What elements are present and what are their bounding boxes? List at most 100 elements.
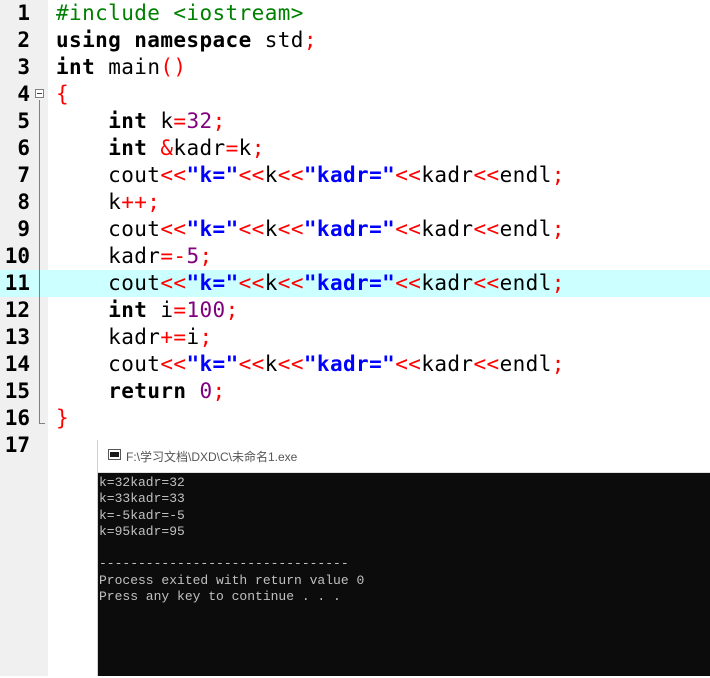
code-token: << — [395, 271, 422, 295]
code-token: kadr — [421, 271, 474, 295]
code-token: << — [160, 352, 187, 376]
code-line[interactable]: 2 using namespace std; — [0, 27, 710, 54]
code-token: "k=" — [186, 217, 239, 241]
code-token: int — [108, 109, 161, 133]
code-line[interactable]: 9 cout<<"k="<<k<<"kadr="<<kadr<<endl; — [0, 216, 710, 243]
console-title: F:\学习文档\DXD\C\未命名1.exe — [126, 450, 298, 464]
line-number: 14 — [4, 352, 30, 376]
code-token: ; — [551, 271, 565, 295]
code-token: = — [173, 109, 187, 133]
line-code: { — [56, 81, 69, 108]
code-token: << — [473, 163, 500, 187]
code-token: () — [160, 55, 187, 79]
code-token: << — [238, 163, 265, 187]
code-token: << — [277, 352, 304, 376]
code-token: ; — [551, 352, 565, 376]
line-number: 4 — [17, 82, 30, 106]
line-code: kadr+=i; — [56, 324, 213, 351]
code-token: += — [160, 325, 187, 349]
code-token: 100 — [186, 298, 226, 322]
code-token: using namespace — [56, 28, 265, 52]
line-code: int k=32; — [56, 108, 226, 135]
code-token: kadr — [56, 244, 161, 268]
code-token: kadr — [173, 136, 226, 160]
code-token: ; — [212, 109, 226, 133]
line-number: 1 — [17, 1, 30, 25]
code-token: "k=" — [186, 271, 239, 295]
line-number: 10 — [4, 244, 30, 268]
code-token: kadr — [421, 217, 474, 241]
code-token: k — [264, 163, 278, 187]
code-token: ; — [199, 244, 213, 268]
line-number: 9 — [17, 217, 30, 241]
code-line[interactable]: 5 int k=32; — [0, 108, 710, 135]
line-number: 5 — [17, 109, 30, 133]
fold-toggle-icon[interactable] — [35, 89, 44, 98]
code-token: endl — [499, 271, 552, 295]
console-window[interactable]: F:\学习文档\DXD\C\未命名1.exe k=32kadr=32 k=33k… — [97, 440, 710, 676]
code-token: k — [264, 352, 278, 376]
code-token: << — [238, 271, 265, 295]
code-token: std — [264, 28, 304, 52]
code-token: << — [160, 217, 187, 241]
line-number: 3 — [17, 55, 30, 79]
line-number: 6 — [17, 136, 30, 160]
code-token: { — [56, 82, 70, 106]
code-line[interactable]: 10 kadr=-5; — [0, 243, 710, 270]
line-code: cout<<"k="<<k<<"kadr="<<kadr<<endl; — [56, 162, 565, 189]
line-number: 8 — [17, 190, 30, 214]
code-line[interactable]: 12 int i=100; — [0, 297, 710, 324]
code-token: << — [160, 163, 187, 187]
line-number: 16 — [4, 406, 30, 430]
code-token: ; — [212, 379, 226, 403]
code-token: cout — [56, 217, 161, 241]
code-line[interactable]: 7 cout<<"k="<<k<<"kadr="<<kadr<<endl; — [0, 162, 710, 189]
line-code: int i=100; — [56, 297, 239, 324]
code-token: #include <iostream> — [56, 1, 304, 25]
code-line[interactable]: 6 int &kadr=k; — [0, 135, 710, 162]
code-token: << — [277, 163, 304, 187]
code-line[interactable]: 1 #include <iostream> — [0, 0, 710, 27]
code-token: ++; — [121, 190, 161, 214]
code-line[interactable]: 16} — [0, 405, 710, 432]
code-token: ; — [551, 217, 565, 241]
code-token: 32 — [186, 109, 213, 133]
console-titlebar[interactable]: F:\学习文档\DXD\C\未命名1.exe — [98, 440, 710, 473]
code-token: endl — [499, 217, 552, 241]
code-line[interactable]: 15 return 0; — [0, 378, 710, 405]
code-line[interactable]: 11 cout<<"k="<<k<<"kadr="<<kadr<<endl; — [0, 270, 710, 297]
code-token: "kadr=" — [303, 271, 396, 295]
line-code: int &kadr=k; — [56, 135, 265, 162]
line-number: 13 — [4, 325, 30, 349]
line-number: 15 — [4, 379, 30, 403]
code-token: << — [277, 271, 304, 295]
code-line[interactable]: 4{ — [0, 81, 710, 108]
line-code: int main() — [56, 54, 186, 81]
line-number: 2 — [17, 28, 30, 52]
code-token: k — [160, 109, 174, 133]
line-code: using namespace std; — [56, 27, 317, 54]
code-line[interactable]: 8 k++; — [0, 189, 710, 216]
code-token: "kadr=" — [303, 163, 396, 187]
code-token: ; — [225, 298, 239, 322]
code-token: kadr — [421, 352, 474, 376]
code-token: i — [186, 325, 200, 349]
code-token: kadr — [421, 163, 474, 187]
code-line[interactable]: 3 int main() — [0, 54, 710, 81]
code-token: int — [108, 136, 161, 160]
line-number: 17 — [4, 433, 30, 457]
code-token: ; — [251, 136, 265, 160]
code-token: kadr — [56, 325, 161, 349]
code-token: << — [395, 217, 422, 241]
code-token: } — [56, 406, 70, 430]
code-token: "kadr=" — [303, 352, 396, 376]
code-token: ; — [199, 325, 213, 349]
code-line[interactable]: 14 cout<<"k="<<k<<"kadr="<<kadr<<endl; — [0, 351, 710, 378]
line-code: kadr=-5; — [56, 243, 213, 270]
code-token: 0 — [199, 379, 213, 403]
fold-guide-end — [39, 423, 45, 424]
code-token: "kadr=" — [303, 217, 396, 241]
code-line[interactable]: 13 kadr+=i; — [0, 324, 710, 351]
